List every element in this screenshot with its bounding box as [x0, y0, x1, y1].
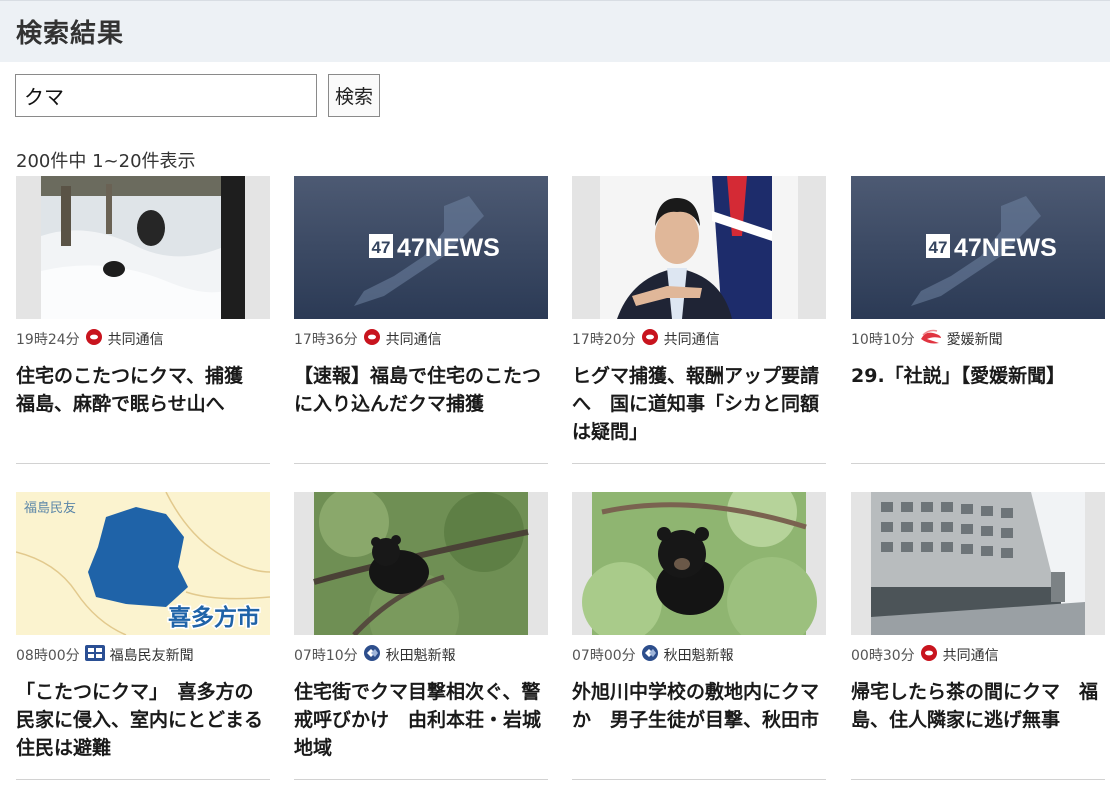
article-card[interactable]: 07時00分 秋田魁新報 外旭川中学校の敷地内にクマか 男子生徒が目撃、秋田市	[572, 492, 826, 780]
kyodo-logo-icon	[640, 329, 660, 349]
article-title[interactable]: 【速報】福島で住宅のこたつに入り込んだクマ捕獲	[294, 362, 548, 418]
article-title[interactable]: 29.「社説」【愛媛新聞】	[851, 362, 1105, 390]
governor-speaking-image	[572, 176, 826, 319]
results-count: 200件中 1~20件表示	[16, 151, 196, 172]
page-header: 検索結果	[0, 0, 1110, 62]
article-time: 17時36分	[294, 332, 358, 348]
article-title[interactable]: 帰宅したら茶の間にクマ 福島、住人隣家に逃げ無事	[851, 678, 1105, 734]
article-meta: 19時24分 共同通信	[16, 329, 164, 349]
bear-in-tree-image	[294, 492, 548, 635]
article-time: 00時30分	[851, 648, 915, 664]
47news-placeholder-image: 47 47NEWS	[851, 176, 1105, 319]
article-thumbnail[interactable]: 47 47NEWS	[851, 176, 1105, 319]
article-card[interactable]: 19時24分 共同通信 住宅のこたつにクマ、捕獲 福島、麻酔で眠らせ山へ	[16, 176, 270, 464]
page-title: 検索結果	[16, 19, 125, 49]
kyodo-logo-icon	[919, 645, 939, 665]
article-card[interactable]: 47 47NEWS 10時10分 愛媛新聞 29.「社説」【愛媛新聞】	[851, 176, 1105, 464]
47news-logo-digit: 47	[929, 238, 948, 257]
article-meta: 10時10分 愛媛新聞	[851, 329, 1003, 349]
article-card[interactable]: 07時10分 秋田魁新報 住宅街でクマ目撃相次ぐ、警戒呼びかけ 由利本荘・岩城地…	[294, 492, 548, 780]
article-time: 07時10分	[294, 648, 358, 664]
article-meta: 07時00分 秋田魁新報	[572, 645, 734, 665]
article-meta: 17時20分 共同通信	[572, 329, 720, 349]
map-corner-label: 福島民友	[24, 500, 76, 516]
minyu-logo-icon	[84, 644, 106, 666]
article-source: 秋田魁新報	[385, 648, 456, 664]
article-thumbnail[interactable]	[572, 492, 826, 635]
article-title[interactable]: 住宅のこたつにクマ、捕獲 福島、麻酔で眠らせ山へ	[16, 362, 270, 418]
47news-placeholder-image: 47 47NEWS	[294, 176, 548, 319]
article-source: 共同通信	[663, 332, 720, 348]
article-title[interactable]: ヒグマ捕獲、報酬アップ要請へ 国に道知事「シカと同額は疑問」	[572, 362, 826, 446]
article-meta: 07時10分 秋田魁新報	[294, 645, 456, 665]
sakigake-logo-icon	[640, 644, 660, 666]
article-time: 07時00分	[572, 648, 636, 664]
article-card[interactable]: 福島民友 喜多方市 08時00分 福島民友新聞 「こたつにクマ」 喜多方の民家に…	[16, 492, 282, 780]
article-time: 10時10分	[851, 332, 915, 348]
office-building-image	[851, 492, 1105, 635]
article-thumbnail[interactable]	[851, 492, 1105, 635]
article-source: 共同通信	[385, 332, 442, 348]
article-source: 共同通信	[942, 648, 999, 664]
47news-logo-text: 47NEWS	[954, 234, 1057, 262]
article-meta: 00時30分 共同通信	[851, 645, 999, 665]
article-card[interactable]: 00時30分 共同通信 帰宅したら茶の間にクマ 福島、住人隣家に逃げ無事	[851, 492, 1105, 780]
search-button[interactable]: 検索	[328, 74, 380, 117]
kyodo-logo-icon	[362, 329, 382, 349]
article-thumbnail[interactable]: 47 47NEWS	[294, 176, 548, 319]
article-time: 17時20分	[572, 332, 636, 348]
article-source: 共同通信	[107, 332, 164, 348]
article-meta: 17時36分 共同通信	[294, 329, 442, 349]
article-source: 福島民友新聞	[109, 648, 194, 664]
article-title[interactable]: 「こたつにクマ」 喜多方の民家に侵入、室内にとどまる 住民は避難	[16, 678, 282, 762]
map-city-label: 喜多方市	[168, 604, 260, 631]
47news-logo-text: 47NEWS	[397, 234, 500, 262]
bear-in-snow-image	[16, 176, 270, 319]
article-time: 08時00分	[16, 648, 80, 664]
map-kitakata-image: 福島民友 喜多方市	[16, 492, 270, 635]
article-source: 秋田魁新報	[663, 648, 734, 664]
article-card[interactable]: 47 47NEWS 17時36分 共同通信 【速報】福島で住宅のこたつに入り込ん…	[294, 176, 548, 464]
ehime-logo-icon	[919, 329, 943, 349]
article-thumbnail[interactable]	[294, 492, 548, 635]
article-meta: 08時00分 福島民友新聞	[16, 645, 194, 665]
search-input[interactable]	[15, 74, 317, 117]
article-thumbnail[interactable]: 福島民友 喜多方市	[16, 492, 270, 635]
article-card[interactable]: 17時20分 共同通信 ヒグマ捕獲、報酬アップ要請へ 国に道知事「シカと同額は疑…	[572, 176, 826, 464]
bear-in-leaves-image	[572, 492, 826, 635]
article-time: 19時24分	[16, 332, 80, 348]
article-thumbnail[interactable]	[572, 176, 826, 319]
article-title[interactable]: 住宅街でクマ目撃相次ぐ、警戒呼びかけ 由利本荘・岩城地域	[294, 678, 548, 762]
article-title[interactable]: 外旭川中学校の敷地内にクマか 男子生徒が目撃、秋田市	[572, 678, 826, 734]
article-thumbnail[interactable]	[16, 176, 270, 319]
47news-logo-digit: 47	[372, 238, 391, 257]
sakigake-logo-icon	[362, 644, 382, 666]
article-source: 愛媛新聞	[946, 332, 1003, 348]
kyodo-logo-icon	[84, 329, 104, 349]
